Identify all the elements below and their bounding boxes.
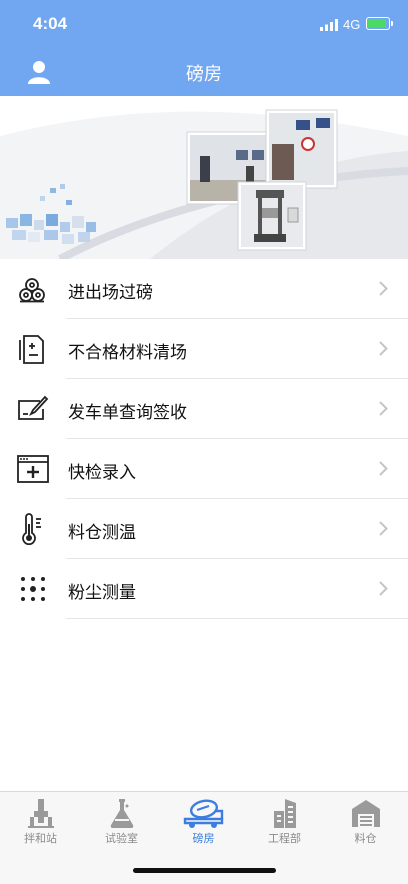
status-bar: 4:04 4G (0, 0, 408, 48)
menu-label: 快检录入 (68, 463, 136, 483)
menu-item-dust-measure[interactable]: 粉尘测量 (0, 559, 408, 619)
home-indicator (133, 868, 276, 873)
tab-label: 拌和站 (24, 832, 57, 845)
tab-mixing-plant[interactable]: 拌和站 (0, 797, 81, 846)
network-type: 4G (343, 17, 361, 32)
function-menu: 进出场过磅 不合格材料清场 发车单查询签收 快检录入 料仓测温 粉尘测量 (0, 259, 408, 619)
divider (66, 618, 408, 619)
chevron-right-icon (379, 341, 388, 356)
banner-illustration (0, 96, 408, 259)
menu-label: 不合格材料清场 (68, 343, 187, 363)
menu-item-unqualified-clear[interactable]: 不合格材料清场 (0, 319, 408, 379)
menu-item-dispatch-sign[interactable]: 发车单查询签收 (0, 379, 408, 439)
page-title: 磅房 (186, 64, 222, 85)
chevron-right-icon (379, 461, 388, 476)
mixer-truck-icon (183, 799, 223, 828)
thermometer-icon (22, 513, 41, 545)
chevron-right-icon (379, 581, 388, 596)
menu-item-quick-entry[interactable]: 快检录入 (0, 439, 408, 499)
tab-engineering[interactable]: 工程部 (244, 797, 325, 846)
quick-entry-icon (17, 455, 49, 483)
chevron-right-icon (379, 401, 388, 416)
menu-item-bin-temperature[interactable]: 料仓测温 (0, 499, 408, 559)
tab-lab[interactable]: 试验室 (81, 797, 162, 846)
chevron-right-icon (379, 281, 388, 296)
document-clear-icon (19, 335, 44, 364)
sign-edit-icon (18, 395, 49, 420)
tab-material-bin[interactable]: 料仓 (325, 797, 406, 846)
building-icon (273, 799, 296, 828)
tab-label: 工程部 (268, 832, 301, 845)
menu-label: 进出场过磅 (68, 283, 153, 303)
menu-item-weighing[interactable]: 进出场过磅 (0, 259, 408, 319)
status-time: 4:04 (33, 14, 68, 33)
menu-label: 料仓测温 (68, 523, 136, 543)
menu-label: 粉尘测量 (68, 583, 136, 603)
tab-label: 磅房 (192, 832, 215, 845)
tab-label: 试验室 (105, 832, 138, 845)
signal-icon (320, 19, 338, 31)
tab-label: 料仓 (354, 832, 377, 845)
chevron-right-icon (379, 521, 388, 536)
menu-label: 发车单查询签收 (68, 403, 187, 423)
tab-weighbridge[interactable]: 磅房 (163, 797, 244, 846)
battery-icon (366, 17, 393, 30)
banner-image (0, 96, 408, 259)
dust-dots-icon (21, 577, 45, 601)
lab-flask-icon (110, 799, 133, 828)
nav-bar: 磅房 (0, 48, 408, 96)
mixing-plant-icon (27, 799, 54, 828)
warehouse-icon (351, 800, 380, 827)
weighing-rolls-icon (19, 278, 45, 303)
